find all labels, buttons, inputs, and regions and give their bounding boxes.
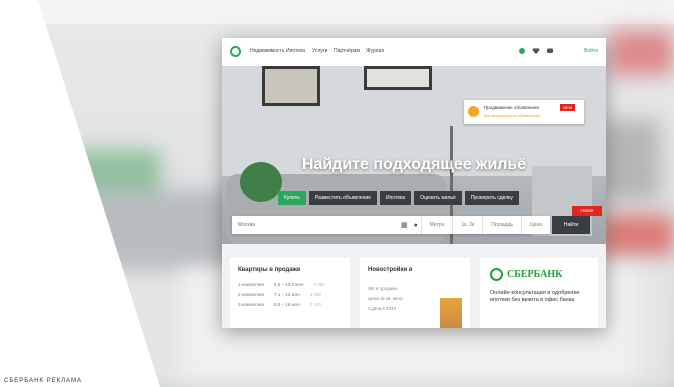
row-count: 2 100	[309, 302, 321, 307]
bg-lamp	[600, 120, 660, 200]
rooms-select[interactable]: 1к, 2к	[452, 216, 482, 234]
card-sberbank[interactable]: СБЕРБАНК Онлайн-консультация и одобрение…	[480, 258, 598, 328]
newbuild-line: Цена за кв. метр	[368, 296, 403, 301]
tab-evaluate[interactable]: Оценить жильё	[414, 191, 462, 205]
metro-select[interactable]: Метро	[420, 216, 453, 234]
row-price: 6,5 – 10,0 млн	[274, 282, 304, 287]
bg-red-patch-top	[610, 30, 674, 75]
tab-check-deal[interactable]: Проверить сделку	[464, 191, 519, 205]
notification-icon	[468, 106, 479, 117]
row-label: 2-комнатная	[238, 292, 264, 297]
row-price: 8,5 – 16 млн	[274, 302, 300, 307]
row-price: 7,1 – 13 млн	[274, 292, 300, 297]
search-bar: ▦ ● Метро 1к, 2к Площадь Цена	[232, 216, 550, 234]
card-newbuild-title: Новостройки в	[368, 267, 413, 273]
nav-link-mortgage[interactable]: Ипотека	[286, 48, 305, 54]
card-newbuild[interactable]: Новостройки в ЖК в продаже Цена за кв. м…	[360, 258, 470, 328]
wall-picture-right	[364, 66, 432, 90]
tab-buy[interactable]: Купить	[278, 191, 306, 205]
hero-tabs: Купить Разместить объявление Ипотека Оце…	[278, 191, 519, 205]
tab-place-ad[interactable]: Разместить объявление	[308, 191, 377, 205]
flats-row[interactable]: 2-комнатная 7,1 – 13 млн 3 200	[238, 292, 321, 297]
sberbank-logo: СБЕРБАНК	[490, 268, 562, 281]
hero-banner: Найдите подходящее жильё Купить Размести…	[222, 66, 606, 244]
tab-mortgage[interactable]: Ипотека	[379, 191, 412, 205]
card-flats[interactable]: Квартиры в продаже 1-комнатная 6,5 – 10,…	[230, 258, 350, 328]
top-nav: Недвижимость Ипотека Услуги Партнёрам Жу…	[222, 38, 606, 66]
newbuild-line: ЖК в продаже	[368, 286, 398, 291]
notification-subtitle: Все возможности объявлений	[484, 113, 540, 118]
hero-title: Найдите подходящее жильё	[301, 156, 527, 173]
notification-title: Продвижение объявления	[484, 105, 539, 110]
cards-section: Квартиры в продаже 1-комнатная 6,5 – 10,…	[222, 244, 606, 328]
row-label: 3-комнатная	[238, 302, 264, 307]
sberbank-logo-icon	[490, 268, 503, 281]
nav-link-realty[interactable]: Недвижимость	[250, 48, 284, 54]
sberbank-promo-text: Онлайн-консультация и одобрение ипотеки …	[490, 290, 580, 303]
map-icon[interactable]: ▦	[398, 221, 411, 229]
area-select[interactable]: Площадь	[482, 216, 521, 234]
nav-link-services[interactable]: Услуги	[312, 48, 327, 54]
notification-popup[interactable]: Продвижение объявления NEW Все возможнос…	[464, 100, 584, 124]
heart-icon[interactable]	[532, 47, 540, 55]
domclick-logo-icon[interactable]	[230, 46, 241, 57]
bg-red-patch-bottom	[600, 215, 674, 255]
sberbank-name: СБЕРБАНК	[507, 269, 563, 280]
website-screenshot: Недвижимость Ипотека Услуги Партнёрам Жу…	[222, 38, 606, 328]
flats-row[interactable]: 3-комнатная 8,5 – 16 млн 2 100	[238, 302, 321, 307]
nav-link-journal[interactable]: Журнал	[366, 48, 384, 54]
row-count: 4 000	[313, 282, 325, 287]
price-select[interactable]: Цена	[520, 216, 550, 234]
caption-text: СБЕРБАНК РЕКЛАМА	[4, 378, 83, 384]
row-count: 3 200	[309, 292, 321, 297]
location-pin-icon[interactable]: ●	[411, 222, 421, 229]
row-label: 1-комнатная	[238, 282, 264, 287]
bell-icon[interactable]	[518, 47, 526, 55]
wall-picture-left	[262, 66, 320, 106]
search-button[interactable]: Найти	[552, 216, 590, 234]
login-link[interactable]: Войти	[584, 48, 598, 54]
search-input[interactable]	[232, 221, 398, 229]
building-image	[440, 298, 462, 328]
nav-link-partners[interactable]: Партнёрам	[334, 48, 360, 54]
notification-badge: NEW	[560, 104, 576, 111]
flats-row[interactable]: 1-комнатная 6,5 – 10,0 млн 4 000	[238, 282, 325, 287]
card-flats-title: Квартиры в продаже	[238, 267, 301, 273]
chat-icon[interactable]	[546, 47, 554, 55]
new-badge: Новое	[572, 206, 602, 216]
bg-top-strip	[0, 0, 674, 24]
newbuild-line: Сдача в 2023	[368, 306, 397, 311]
